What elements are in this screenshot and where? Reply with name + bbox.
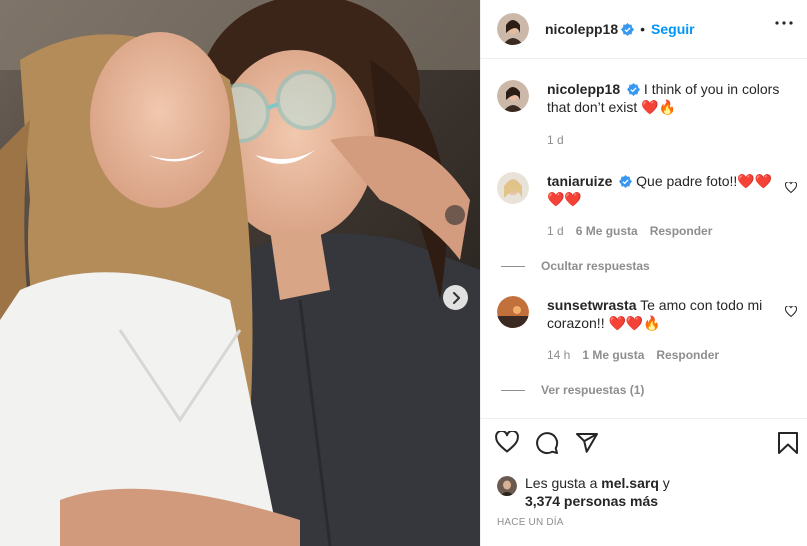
- post-photo[interactable]: [0, 0, 480, 546]
- post-timestamp[interactable]: HACE UN DÍA: [497, 517, 564, 528]
- likes-text: Les gusta a mel.sarq y 3,374 personas má…: [525, 474, 785, 510]
- comment-likes[interactable]: 6 Me gusta: [576, 224, 638, 238]
- post-side-panel: nicolepp18 • Seguir nicolepp18 I think o…: [480, 0, 807, 546]
- verified-badge-icon: [627, 83, 641, 96]
- replies-divider: [501, 265, 525, 267]
- hide-replies-button[interactable]: Ocultar respuestas: [501, 259, 650, 273]
- chevron-right-icon: [452, 291, 460, 304]
- header-separator: •: [640, 21, 646, 37]
- commenter-username[interactable]: sunsetwrasta: [547, 297, 636, 313]
- comments-list[interactable]: nicolepp18 I think of you in colors that…: [481, 60, 807, 418]
- caption-meta: 1 d: [547, 133, 564, 147]
- follow-button[interactable]: Seguir: [651, 21, 695, 37]
- reply-button[interactable]: Responder: [656, 348, 719, 362]
- verified-badge-icon: [619, 175, 633, 188]
- post-header: nicolepp18 • Seguir: [481, 0, 807, 59]
- reply-button[interactable]: Responder: [650, 224, 713, 238]
- avatar-image: [497, 172, 529, 204]
- comment-likes[interactable]: 1 Me gusta: [582, 348, 644, 362]
- like-comment-heart-icon[interactable]: [785, 182, 797, 193]
- replies-label: Ver respuestas (1): [541, 383, 645, 397]
- comment-time[interactable]: 14 h: [547, 348, 570, 362]
- action-buttons: [495, 431, 599, 455]
- likes-others-count[interactable]: 3,374 personas más: [525, 493, 658, 509]
- comment-time[interactable]: 1 d: [547, 224, 564, 238]
- like-heart-icon[interactable]: [495, 431, 519, 453]
- caption-username[interactable]: nicolepp18: [547, 81, 620, 97]
- caption-author-avatar[interactable]: [497, 80, 529, 112]
- author-avatar[interactable]: [497, 13, 529, 45]
- liker-username[interactable]: mel.sarq: [601, 475, 659, 491]
- comment: sunsetwrasta Te amo con todo mi corazon!…: [497, 296, 797, 406]
- author-username[interactable]: nicolepp18: [545, 21, 618, 37]
- replies-divider: [501, 389, 525, 391]
- caption: nicolepp18 I think of you in colors that…: [497, 80, 797, 150]
- likes-prefix: Les gusta a: [525, 475, 598, 491]
- comment: taniaruize Que padre foto!!❤️❤️❤️❤️ 1 d …: [497, 172, 797, 282]
- avatar-image: [497, 476, 517, 496]
- avatar-image: [497, 80, 529, 112]
- next-photo-button[interactable]: [443, 285, 468, 310]
- photo-illustration: [0, 0, 480, 546]
- comment-bubble-icon[interactable]: [535, 431, 559, 455]
- comment-body: sunsetwrasta Te amo con todo mi corazon!…: [547, 296, 787, 332]
- verified-badge-icon: [621, 22, 635, 36]
- avatar-image: [497, 296, 529, 328]
- liker-avatar[interactable]: [497, 476, 517, 496]
- commenter-avatar[interactable]: [497, 172, 529, 204]
- comment-meta: 1 d 6 Me gusta Responder: [547, 224, 712, 238]
- view-replies-button[interactable]: Ver respuestas (1): [501, 383, 644, 397]
- avatar-image: [497, 13, 529, 45]
- comment-meta: 14 h 1 Me gusta Responder: [547, 348, 719, 362]
- like-comment-heart-icon[interactable]: [785, 306, 797, 317]
- caption-time[interactable]: 1 d: [547, 133, 564, 147]
- comment-body: taniaruize Que padre foto!!❤️❤️❤️❤️: [547, 172, 787, 208]
- likes-joiner: y: [662, 475, 670, 491]
- replies-label: Ocultar respuestas: [541, 259, 650, 273]
- bookmark-save-icon[interactable]: [777, 431, 799, 455]
- commenter-avatar[interactable]: [497, 296, 529, 328]
- post-actions: Les gusta a mel.sarq y 3,374 personas má…: [481, 418, 807, 546]
- share-paper-plane-icon[interactable]: [575, 431, 599, 455]
- more-options-icon[interactable]: [775, 21, 793, 25]
- commenter-username[interactable]: taniaruize: [547, 173, 612, 189]
- caption-body: nicolepp18 I think of you in colors that…: [547, 80, 787, 116]
